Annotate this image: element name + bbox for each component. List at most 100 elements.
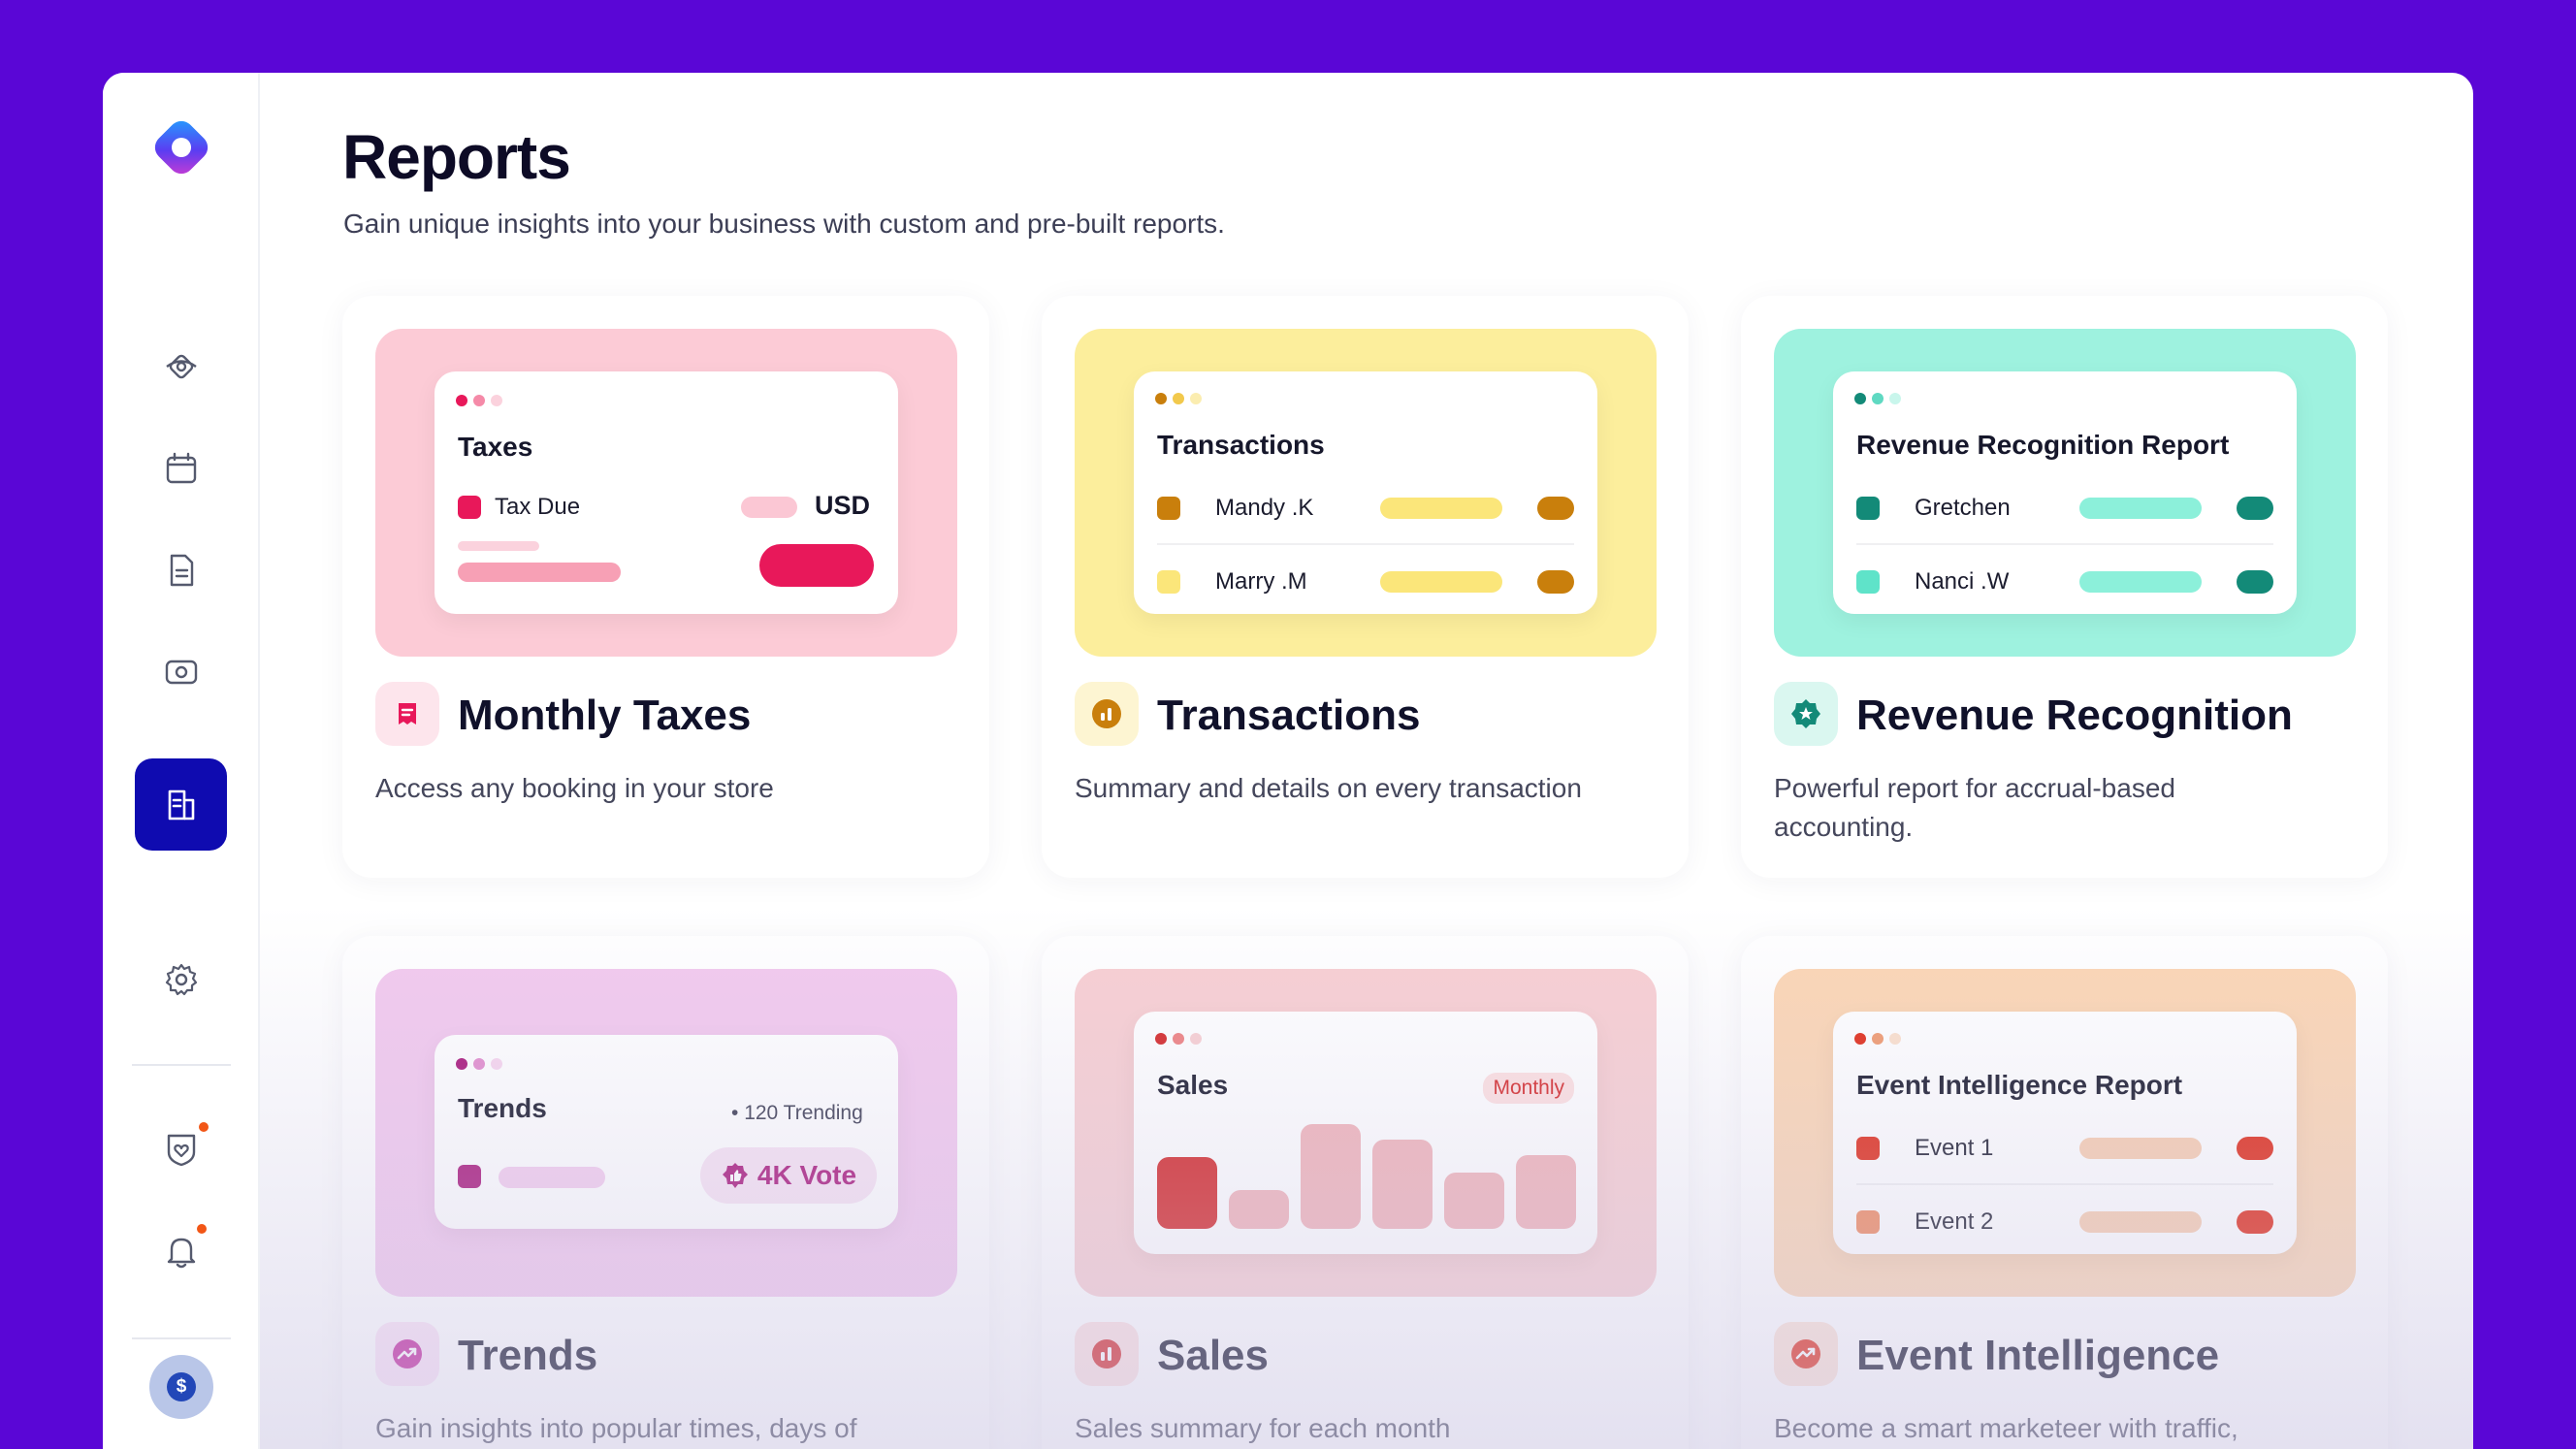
receipt-icon: [399, 703, 416, 724]
trending-count: • 120 Trending: [731, 1102, 863, 1124]
sidebar-item-settings[interactable]: [135, 933, 227, 1025]
row-name: Mandy .K: [1215, 495, 1314, 521]
app-window: $ Reports Gain unique insights into your…: [103, 73, 2473, 1449]
period-badge: Monthly: [1483, 1073, 1574, 1104]
card-title: Transactions: [1157, 692, 1421, 739]
preview-title: Trends: [458, 1093, 547, 1123]
dollar-badge-icon: $: [167, 1372, 196, 1401]
report-card-revenue-recognition[interactable]: Revenue Recognition Report Gretchen Nanc…: [1741, 296, 2388, 878]
report-card-trends[interactable]: Trends • 120 Trending 4K Vote Trends Gai…: [342, 936, 989, 1449]
sidebar-item-wellness[interactable]: [135, 1103, 227, 1195]
preview-title: Revenue Recognition Report: [1856, 430, 2230, 460]
preview-row: Event 1: [1856, 1113, 2273, 1185]
preview-title: Sales: [1157, 1070, 1229, 1100]
card-icon: [1774, 682, 1838, 746]
preview-title: Event Intelligence Report: [1856, 1070, 2183, 1100]
sidebar-item-calendar[interactable]: [135, 422, 227, 514]
tax-due-marker: [458, 496, 481, 519]
trend-marker: [458, 1165, 481, 1188]
card-description: Sales summary for each month: [1075, 1413, 1451, 1443]
report-card-event-intelligence[interactable]: Event Intelligence Report Event 1 Event …: [1741, 936, 2388, 1449]
sidebar-item-orbit[interactable]: [135, 320, 227, 412]
sidebar-divider: [132, 1064, 231, 1066]
window-dots: [1854, 1033, 1901, 1045]
main-content: Reports Gain unique insights into your b…: [260, 73, 2473, 1449]
preview-title: Taxes: [458, 432, 533, 462]
sidebar-divider: [132, 1337, 231, 1339]
card-preview: Sales Monthly: [1075, 969, 1657, 1297]
preview-title: Transactions: [1157, 430, 1325, 460]
preview-row: Mandy .K: [1157, 473, 1574, 545]
card-title: Event Intelligence: [1856, 1332, 2220, 1379]
vote-chip: 4K Vote: [700, 1147, 877, 1204]
card-title: Monthly Taxes: [458, 692, 752, 739]
page-title: Reports: [342, 122, 571, 192]
trend-up-icon: [393, 1339, 422, 1368]
bell-icon: [167, 1238, 195, 1268]
card-title: Trends: [458, 1332, 598, 1379]
preview-row: Event 2: [1856, 1186, 2273, 1258]
placeholder-bar: [458, 563, 621, 582]
sales-bar: [1444, 1173, 1504, 1229]
sidebar: $: [103, 73, 260, 1449]
row-name: Event 1: [1915, 1135, 1994, 1161]
row-name: Gretchen: [1915, 495, 2011, 521]
app-logo[interactable]: [147, 113, 215, 181]
sidebar-item-reports[interactable]: [135, 758, 227, 851]
card-preview: Trends • 120 Trending 4K Vote: [375, 969, 957, 1297]
card-icon: [375, 682, 439, 746]
vote-count: 4K Vote: [757, 1160, 857, 1190]
window-dots: [1155, 1033, 1202, 1045]
sidebar-item-notifications[interactable]: [135, 1205, 227, 1297]
card-preview: Revenue Recognition Report Gretchen Nanc…: [1774, 329, 2356, 657]
card-description: Access any booking in your store: [375, 773, 774, 803]
card-icon: [1075, 682, 1139, 746]
heart-shield-icon: [167, 1134, 195, 1166]
pay-button-mock: [759, 544, 874, 587]
sales-bar: [1229, 1190, 1289, 1229]
currency-label: USD: [815, 491, 871, 520]
preview-row: Gretchen: [1856, 473, 2273, 545]
notification-dot: [195, 1222, 209, 1236]
report-card-monthly-taxes[interactable]: Taxes Tax Due USD Monthly Taxes Access a…: [342, 296, 989, 878]
card-description: Gain insights into popular times, days o…: [375, 1413, 857, 1443]
card-description: Become a smart marketeer with traffic,: [1774, 1413, 2238, 1443]
orbit-icon: [165, 354, 197, 378]
account-avatar[interactable]: $: [149, 1355, 213, 1419]
card-title: Revenue Recognition: [1856, 692, 2293, 739]
card-description: Summary and details on every transaction: [1075, 773, 1582, 803]
preview-window: Trends • 120 Trending 4K Vote: [435, 1035, 898, 1229]
preview-row: Marry .M: [1157, 546, 1574, 618]
window-dots: [1155, 393, 1202, 404]
badge-star-icon: [1791, 699, 1820, 728]
placeholder-bar: [458, 541, 539, 551]
card-title: Sales: [1157, 1332, 1269, 1379]
sidebar-item-payments[interactable]: [135, 626, 227, 718]
row-name: Event 2: [1915, 1208, 1994, 1235]
preview-window: Taxes Tax Due USD: [435, 371, 898, 614]
window-dots: [456, 1058, 502, 1070]
preview-window: Revenue Recognition Report Gretchen Nanc…: [1833, 371, 2297, 614]
document-icon: [170, 554, 193, 586]
report-card-sales[interactable]: Sales Monthly Sales Sales summary for ea…: [1042, 936, 1689, 1449]
tax-due-label: Tax Due: [495, 494, 581, 520]
card-icon: [375, 1322, 439, 1386]
row-name: Marry .M: [1215, 568, 1307, 595]
preview-window: Transactions Mandy .K Marry .M: [1134, 371, 1597, 614]
placeholder-bar: [741, 497, 797, 518]
sidebar-item-documents[interactable]: [135, 524, 227, 616]
report-card-transactions[interactable]: Transactions Mandy .K Marry .M Transacti…: [1042, 296, 1689, 878]
card-icon: [1774, 1322, 1838, 1386]
preview-window: Event Intelligence Report Event 1 Event …: [1833, 1012, 2297, 1254]
thumbs-up-badge-icon: [722, 1163, 748, 1188]
card-preview: Transactions Mandy .K Marry .M: [1075, 329, 1657, 657]
card-description: Powerful report for accrual-based accoun…: [1774, 773, 2175, 842]
preview-row: Nanci .W: [1856, 546, 2273, 618]
gear-icon: [165, 963, 197, 995]
row-name: Nanci .W: [1915, 568, 2010, 595]
sales-bar: [1157, 1157, 1217, 1229]
page-subtitle: Gain unique insights into your business …: [343, 209, 1225, 239]
reports-icon: [168, 789, 194, 820]
card-icon: [1075, 1322, 1139, 1386]
sales-bar: [1301, 1124, 1361, 1229]
